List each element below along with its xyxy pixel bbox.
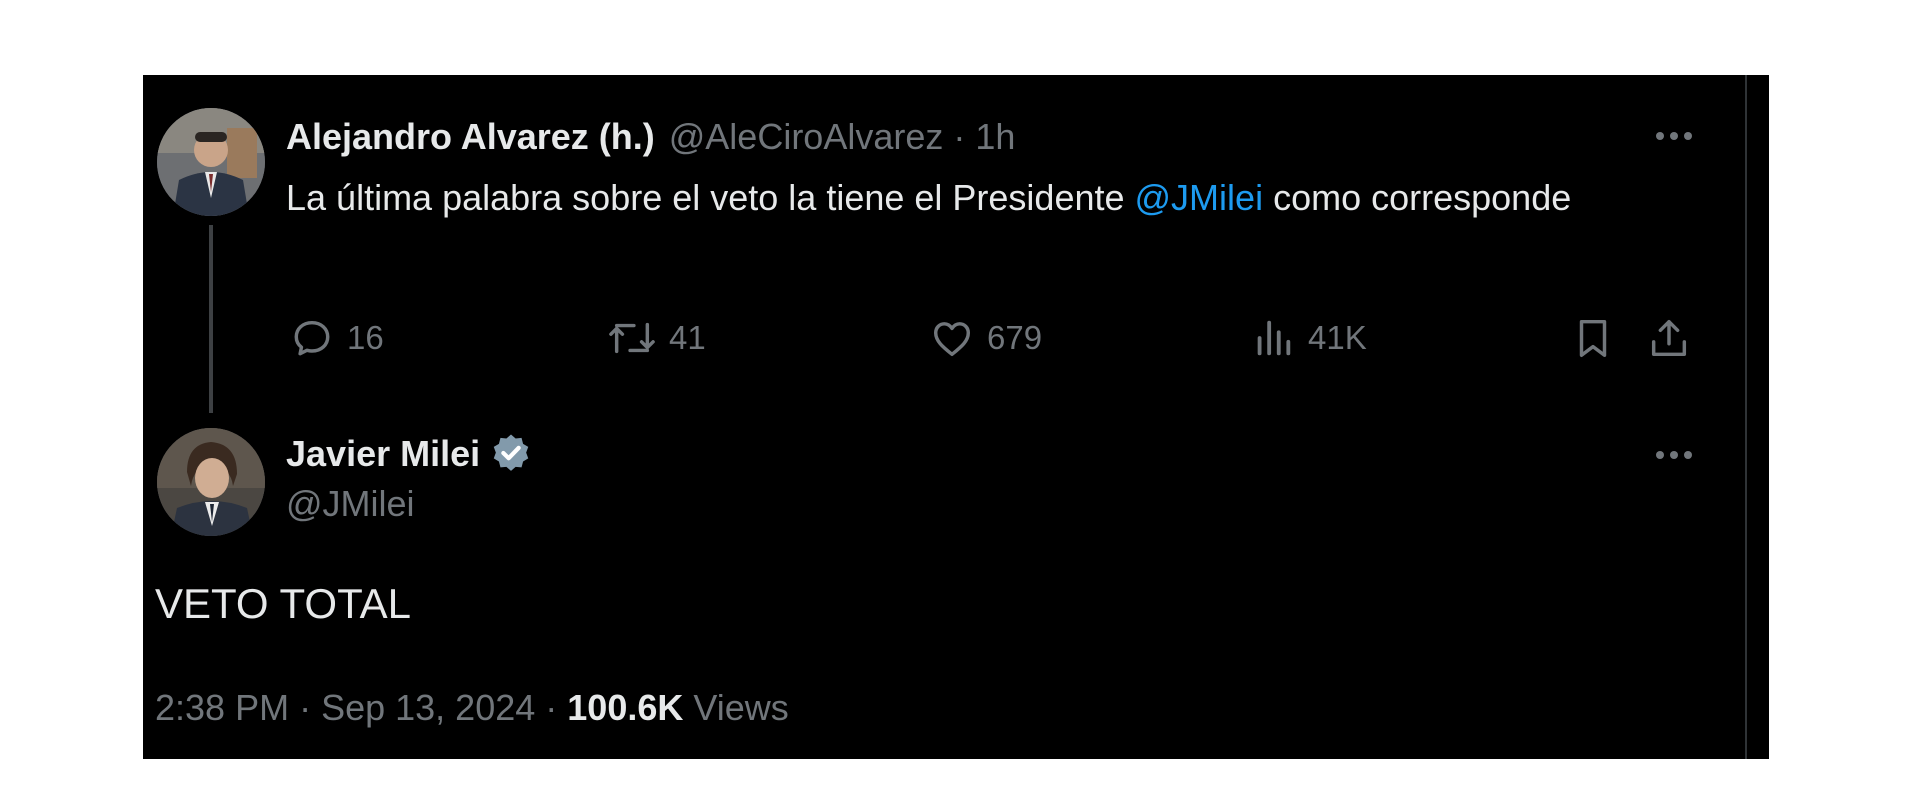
share-icon [1651, 319, 1687, 357]
avatar-alejandro-alvarez[interactable] [157, 108, 265, 216]
main-author-name-row: Javier Milei [286, 429, 534, 479]
views-count: 41K [1308, 319, 1367, 356]
meta-separator: · [535, 687, 568, 728]
more-options-button[interactable] [1649, 121, 1699, 151]
tweet-metadata: 2:38 PM · Sep 13, 2024 · 100.6K Views [155, 687, 789, 729]
repost-count: 41 [669, 319, 706, 356]
repost-button[interactable]: 41 [607, 313, 706, 363]
share-button[interactable] [1646, 313, 1704, 363]
reply-author-handle[interactable]: @AleCiroAlvarez [669, 116, 944, 158]
more-icon [1656, 451, 1692, 459]
meta-separator: · [289, 687, 322, 728]
more-options-button[interactable] [1649, 440, 1699, 470]
reply-author-name[interactable]: Alejandro Alvarez (h.) [286, 116, 655, 158]
reply-text-before: La última palabra sobre el veto la tiene… [286, 177, 1135, 218]
bookmark-icon [1579, 319, 1607, 357]
like-count: 679 [987, 319, 1043, 356]
header-separator: · [953, 116, 966, 157]
views-button[interactable]: 41K [1250, 313, 1367, 363]
reply-tweet-header: Alejandro Alvarez (h.) @AleCiroAlvarez ·… [286, 111, 1015, 163]
verified-badge-icon[interactable] [488, 431, 534, 477]
tweet-time[interactable]: 2:38 PM [155, 687, 289, 728]
tweet-thread-card: Alejandro Alvarez (h.) @AleCiroAlvarez ·… [143, 75, 1769, 759]
like-icon [933, 322, 971, 357]
reply-timestamp[interactable]: 1h [975, 116, 1015, 158]
views-label: Views [683, 687, 789, 728]
views-icon [1257, 320, 1291, 356]
main-author-name[interactable]: Javier Milei [286, 433, 480, 475]
like-button[interactable]: 679 [929, 313, 1042, 363]
tweet-date[interactable]: Sep 13, 2024 [321, 687, 535, 728]
more-icon [1656, 132, 1692, 140]
bookmark-button[interactable] [1570, 313, 1628, 363]
main-author-handle[interactable]: @JMilei [286, 483, 415, 525]
repost-icon [609, 322, 655, 354]
avatar-javier-milei[interactable] [157, 428, 265, 536]
reply-icon [294, 320, 330, 356]
main-tweet-text: VETO TOTAL [155, 580, 411, 627]
column-divider [1745, 75, 1747, 759]
view-count[interactable]: 100.6K [567, 687, 683, 728]
mention-link[interactable]: @JMilei [1135, 177, 1264, 218]
reply-button[interactable]: 16 [289, 313, 384, 363]
reply-count: 16 [347, 319, 384, 356]
reply-tweet-text: La última palabra sobre el veto la tiene… [286, 170, 1666, 226]
thread-connector-line [209, 225, 213, 413]
reply-text-after: como corresponde [1263, 177, 1572, 218]
